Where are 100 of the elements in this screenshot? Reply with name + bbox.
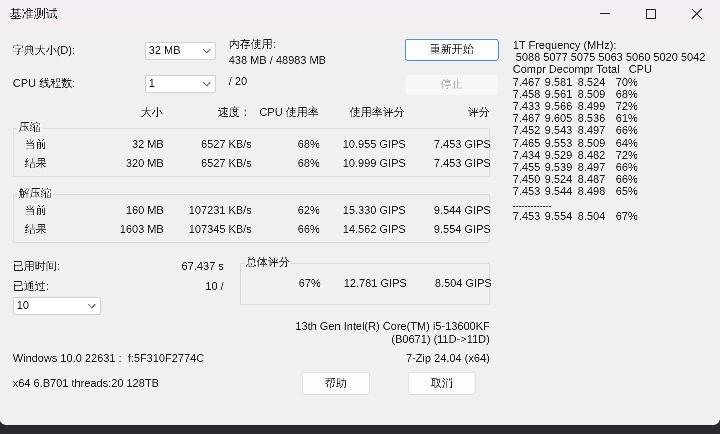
log-separator: ------------- [513, 200, 553, 211]
log-title: 1T Frequency (MHz): [513, 40, 618, 52]
table-cell-text: 9.554 GIPS [433, 222, 491, 236]
log-cell-text: 9.524 [545, 174, 574, 186]
log-cell-text: 67% [616, 210, 640, 223]
window-title: 基准测试 [10, 7, 59, 21]
table-cell-text: 107345 KB/s [188, 222, 252, 236]
dictionary-label: 字典大小(D): [13, 44, 76, 59]
action-button[interactable]: 重新开始 [405, 39, 499, 61]
log-cell-text: 7.455 [513, 162, 542, 174]
table-cell-text: 9.544 GIPS [433, 204, 491, 218]
log-cell-text: 64% [616, 138, 640, 150]
group-title: 压缩 [18, 121, 42, 135]
log-cell-text: 8.524 [578, 76, 607, 89]
log-cell-text: 8.509 [578, 138, 607, 150]
log-cell-text: 9.605 [545, 113, 574, 126]
frequency-list: 5088 5077 5075 5063 5060 5020 5042 [513, 52, 720, 64]
column-header: 大小 [140, 106, 163, 120]
system-info: x64 6.B701 threads:20 128TB [13, 376, 160, 390]
log-cell-text: 72% [616, 101, 640, 114]
memory-value: 438 MB / 48983 MB [229, 54, 328, 68]
dropdown[interactable]: 1 [145, 75, 216, 93]
table-cell-text: 32 MB [131, 138, 164, 152]
version-info: 7-Zip 24.04 (x64) [406, 352, 490, 366]
row-label: 当前 [24, 204, 48, 218]
row-label: 结果 [24, 156, 48, 170]
passes-label: 已通过: [13, 280, 50, 294]
log-cell-text: 9.544 [545, 186, 574, 199]
row-label: 结果 [24, 222, 48, 236]
cpu-info: 13th Gen Intel(R) Core(TM) i5-13600KF [296, 321, 490, 334]
table-cell-text: 10.999 GIPS [342, 156, 406, 170]
dropdown[interactable]: 32 MB [145, 42, 216, 60]
dialog-button[interactable]: 取消 [408, 372, 476, 395]
log-cell-text: 7.467 [513, 76, 542, 89]
table-cell-text: 14.562 GIPS [342, 222, 406, 236]
elapsed-label: 已用时间: [13, 260, 60, 274]
table-cell-text: 10.955 GIPS [342, 138, 406, 152]
log-cell-text: 61% [616, 113, 640, 126]
table-cell-text: 15.330 GIPS [342, 204, 406, 218]
log-cell-text: 68% [616, 88, 640, 102]
memory-label: 内存使用: [229, 38, 278, 52]
log-cell-text: 8.509 [578, 88, 607, 102]
threads-label: CPU 线程数: [13, 77, 76, 92]
log-cell-text: 7.458 [513, 88, 542, 102]
log-cell-text: 9.553 [545, 138, 574, 150]
log-cell-text: 7.453 [513, 210, 542, 223]
log-cell-text: 9.539 [545, 162, 574, 174]
log-cell-text: 8.498 [578, 186, 607, 199]
dropdown[interactable]: 10 [13, 297, 101, 315]
group-title: 解压缩 [18, 187, 53, 201]
table-cell-text: 320 MB [125, 156, 164, 170]
table-cell-text: 6527 KB/s [200, 156, 252, 170]
table-cell-text: 107231 KB/s [188, 204, 252, 218]
log-cell-text: 7.467 [513, 113, 542, 126]
log-cell-text: 8.499 [578, 101, 607, 114]
cpu-info: (B0671) (11D->11D) [392, 334, 490, 347]
log-cell-text: 9.529 [545, 150, 574, 162]
group-title: 总体评分 [245, 256, 291, 270]
table-cell-text: 8.504 GIPS [434, 277, 492, 291]
table-cell-text: 12.781 GIPS [343, 277, 407, 291]
table-cell-text: 1603 MB [118, 222, 164, 236]
passes-value: 10 / [206, 280, 224, 294]
log-cell-text: 9.543 [545, 125, 574, 138]
log-cell-text: 8.497 [578, 162, 607, 174]
log-cell-text: 7.453 [513, 186, 542, 199]
table-cell-text: 160 MB [125, 204, 164, 218]
table-cell-text: 67% [298, 277, 321, 291]
table-cell-text: 62% [296, 204, 320, 218]
chevron-icon [88, 304, 96, 308]
table-cell-text: 6527 KB/s [200, 138, 252, 152]
table-cell-text: 7.453 GIPS [433, 156, 491, 170]
os-info: Windows 10.0 22631 : f:5F310F2774C [13, 352, 204, 366]
log-cell-text: 7.465 [513, 138, 542, 150]
log-cell-text: 9.581 [545, 76, 574, 89]
column-header: 使用率评分 [349, 106, 405, 120]
table-cell-text: 66% [296, 222, 320, 236]
log-cell-text: 8.536 [578, 113, 607, 126]
log-cell-text: 66% [616, 125, 640, 138]
log-cell-text: 9.566 [545, 101, 574, 114]
thread-max: / 20 [229, 75, 248, 90]
column-header: 评分 [467, 106, 490, 120]
column-header: CPU 使用率 [258, 106, 319, 120]
log-cell-text: 7.452 [513, 125, 542, 138]
log-cell-text: 70% [616, 76, 640, 89]
table-cell-text: 68% [296, 156, 320, 170]
chevron-icon [203, 48, 211, 54]
table-cell-text: 7.453 GIPS [433, 138, 491, 152]
log-cell-text: 8.487 [578, 174, 607, 186]
log-cell-text: 72% [616, 150, 640, 162]
log-cell-text: 7.434 [513, 150, 542, 162]
log-cell-text: 8.497 [578, 125, 607, 138]
row-label: 当前 [24, 138, 48, 152]
log-cell-text: 9.561 [545, 88, 574, 102]
log-cell-text: 8.482 [578, 150, 607, 162]
dialog-button[interactable]: 帮助 [302, 372, 370, 395]
column-header: 速度： [217, 106, 251, 120]
log-cell-text: 8.504 [578, 210, 607, 223]
log-header: Compr Decompr Total CPU [513, 64, 654, 77]
log-cell-text: 65% [616, 186, 640, 199]
log-cell-text: 66% [616, 174, 640, 186]
